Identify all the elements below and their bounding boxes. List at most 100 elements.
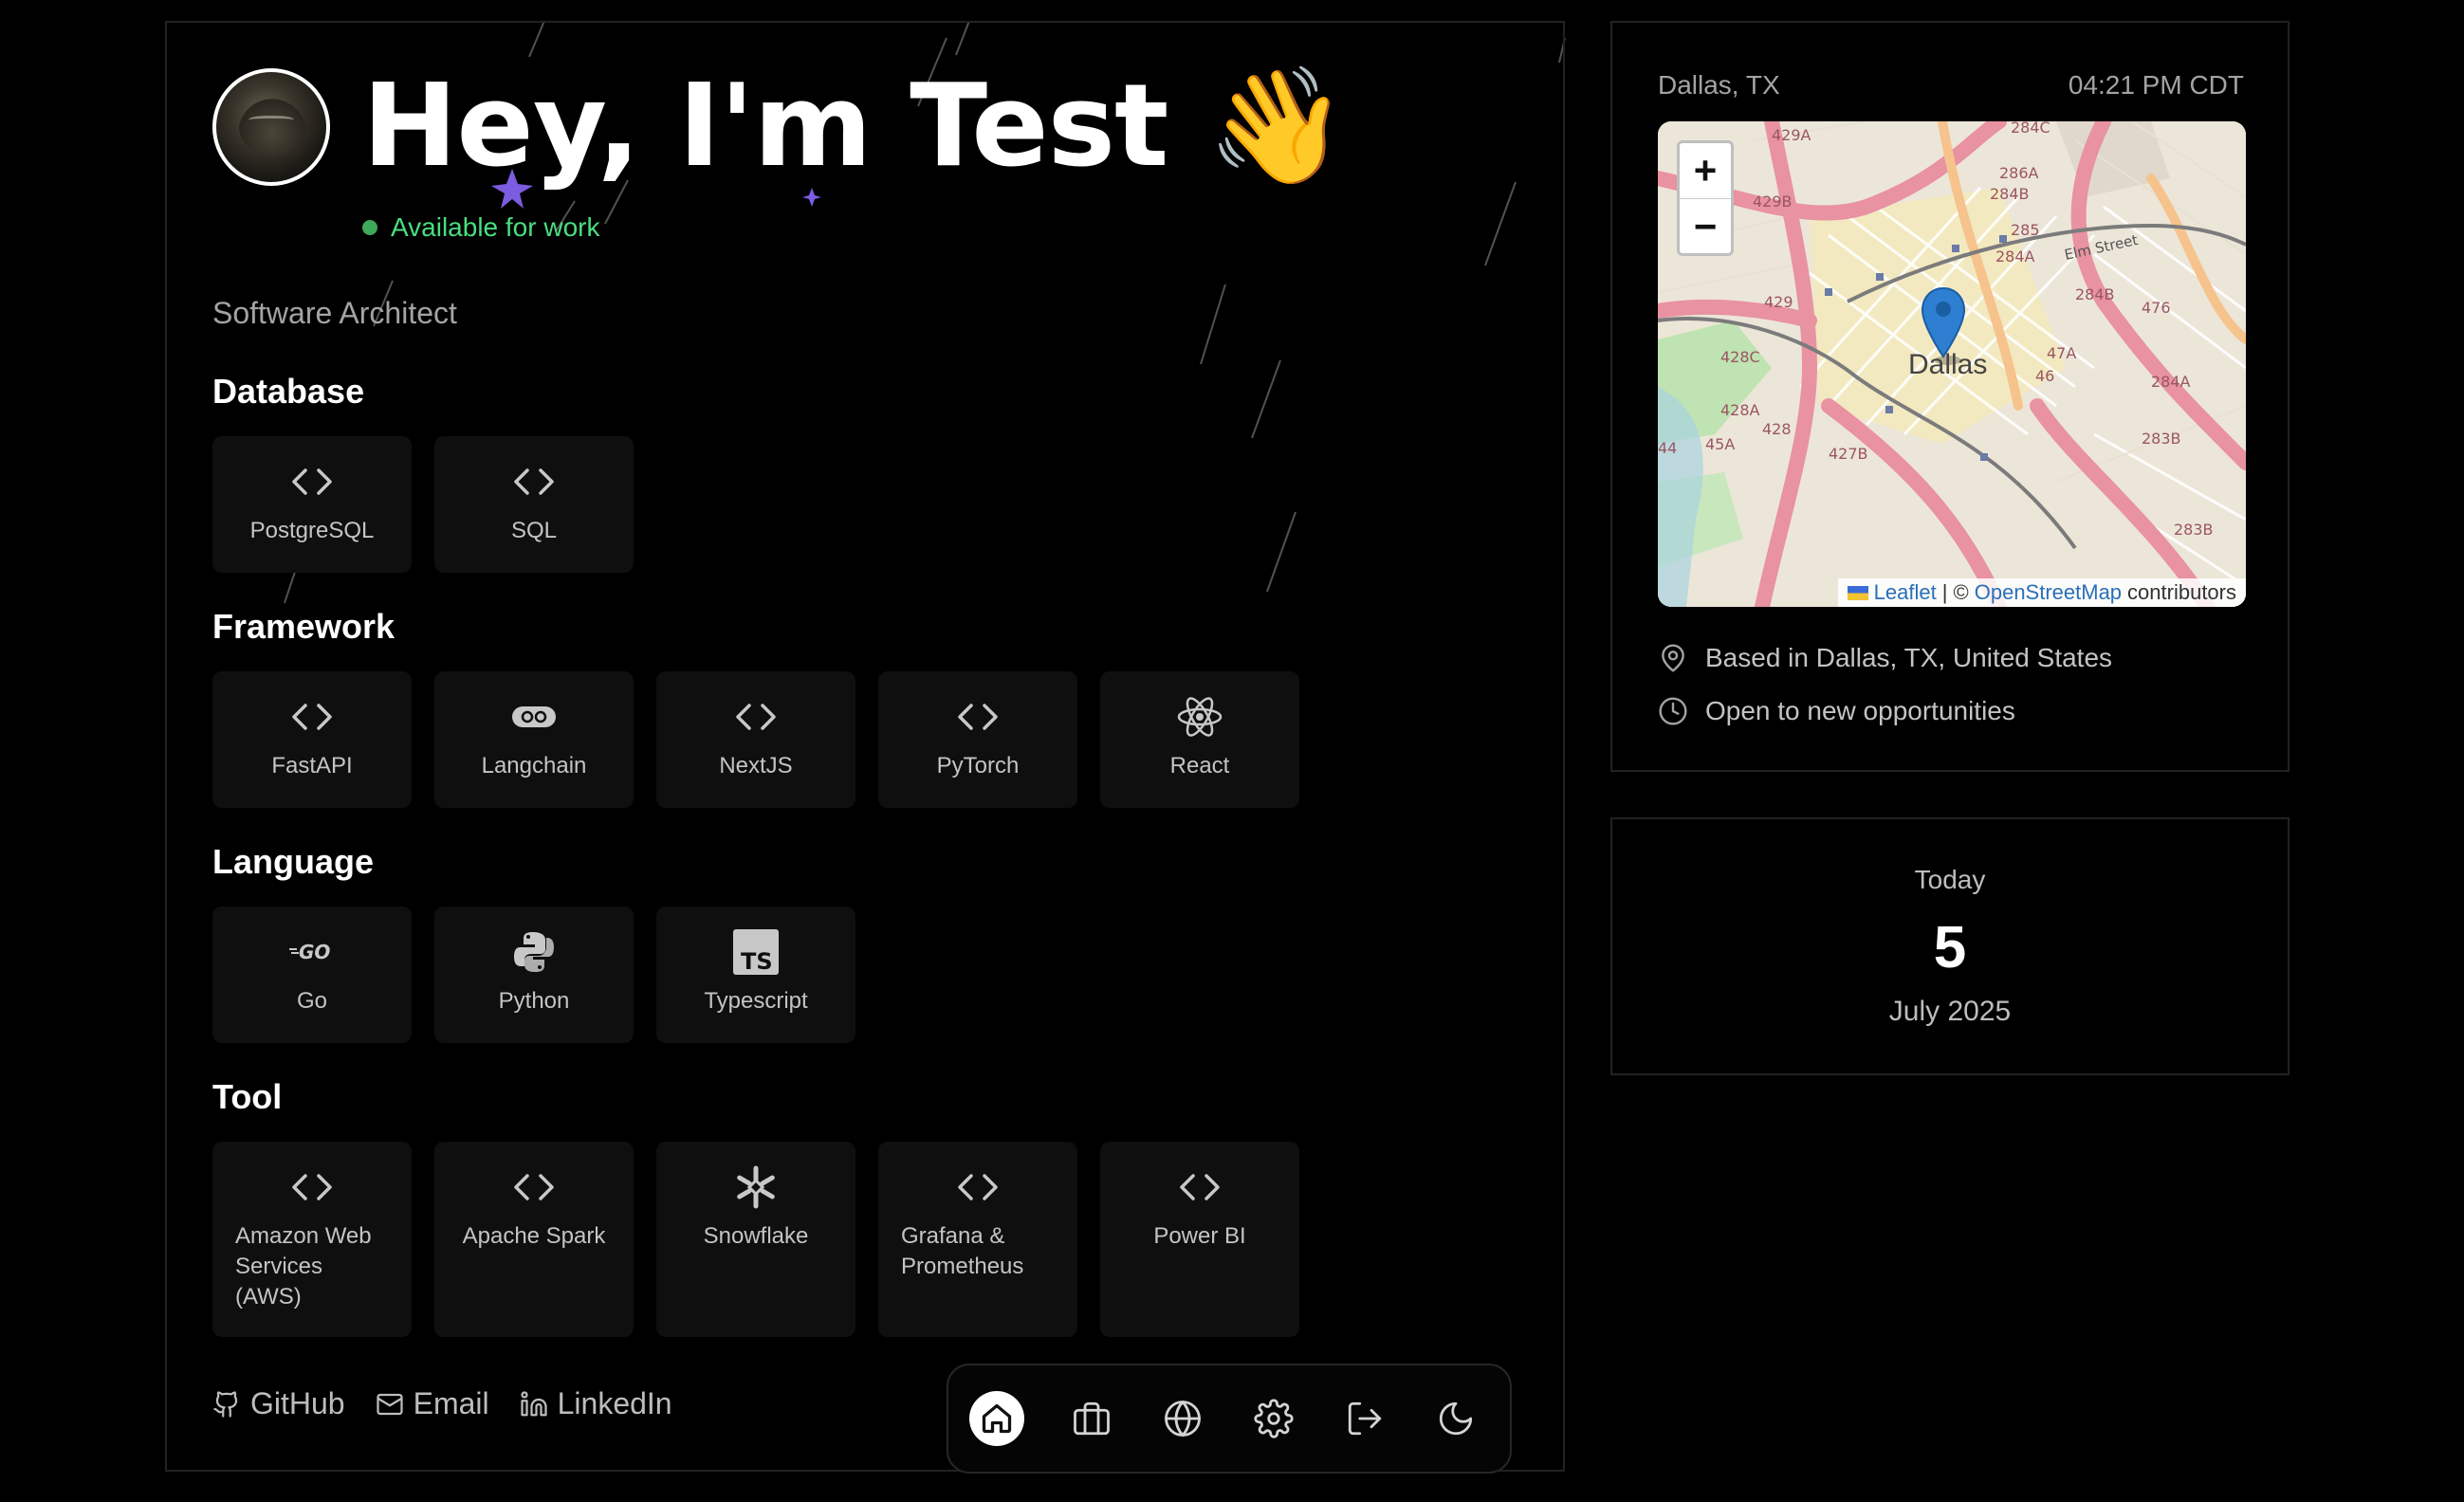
svg-text:GO: GO: [299, 941, 330, 963]
skill-name: Amazon Web Services (AWS): [235, 1223, 372, 1310]
skill-name: SQL: [510, 518, 558, 543]
skill-tile-grafana-prometheus[interactable]: Grafana & Prometheus: [878, 1142, 1077, 1337]
openstreetmap-link[interactable]: OpenStreetMap: [1975, 580, 2122, 605]
skill-tile-go[interactable]: GO Go: [212, 907, 412, 1043]
attribution-separator: | ©: [1941, 580, 1969, 604]
settings-button[interactable]: [1250, 1395, 1297, 1442]
svg-text:47A: 47A: [2047, 344, 2076, 362]
clock-icon: [1659, 697, 1687, 725]
status-dot-icon: [362, 220, 377, 235]
social-links: GitHub Email LinkedIn: [212, 1386, 672, 1421]
svg-text:283B: 283B: [2142, 430, 2181, 448]
skill-tile-power-bi[interactable]: Power BI: [1100, 1142, 1299, 1337]
skill-name: Power BI: [1153, 1223, 1246, 1249]
svg-text:46: 46: [2035, 367, 2054, 385]
skill-tile-apache-spark[interactable]: Apache Spark: [434, 1142, 634, 1337]
based-in-row: Based in Dallas, TX, United States: [1658, 643, 2112, 673]
skill-name: PyTorch: [936, 753, 1020, 778]
svg-text:429: 429: [1764, 293, 1793, 311]
date-card: Today 5 July 2025: [1610, 817, 2289, 1075]
skill-tile-postgresql[interactable]: PostgreSQL: [212, 436, 412, 573]
code-icon: [1178, 1168, 1222, 1206]
svg-text:427B: 427B: [1829, 445, 1868, 463]
code-icon: [734, 698, 778, 736]
typescript-icon: TS: [733, 929, 779, 975]
zoom-control: + −: [1677, 140, 1734, 256]
skill-tile-python[interactable]: Python: [434, 907, 634, 1043]
skill-tile-react[interactable]: React: [1100, 671, 1299, 808]
code-icon: [290, 463, 334, 501]
globe-button[interactable]: [1159, 1395, 1206, 1442]
svg-text:476: 476: [2142, 299, 2171, 317]
react-icon: [1177, 697, 1223, 737]
logout-button[interactable]: [1341, 1395, 1388, 1442]
work-button[interactable]: [1068, 1395, 1115, 1442]
skill-tile-fastapi[interactable]: FastAPI: [212, 671, 412, 808]
skill-tile-nextjs[interactable]: NextJS: [656, 671, 855, 808]
skill-tile-pytorch[interactable]: PyTorch: [878, 671, 1077, 808]
skills-grid-framework: FastAPI Langchain NextJS PyTorch React: [212, 671, 1299, 808]
briefcase-icon: [1074, 1401, 1110, 1436]
svg-text:428C: 428C: [1720, 348, 1760, 366]
map-attribution: Leaflet | © OpenStreetMap contributors: [1837, 578, 2246, 607]
skill-tile-aws[interactable]: Amazon Web Services (AWS): [212, 1142, 412, 1337]
code-icon: [290, 698, 334, 736]
leaflet-link[interactable]: Leaflet: [1874, 580, 1937, 605]
skills-grid-tool: Amazon Web Services (AWS) Apache Spark S…: [212, 1142, 1299, 1337]
section-title-framework: Framework: [212, 607, 395, 646]
skill-name: Snowflake: [703, 1223, 809, 1249]
availability-status: Available for work: [362, 212, 599, 243]
attribution-suffix: contributors: [2127, 580, 2236, 604]
skills-grid-language: GO Go Python TS Typescript: [212, 907, 855, 1043]
home-icon: [982, 1403, 1012, 1434]
github-link[interactable]: GitHub: [212, 1386, 345, 1421]
svg-text:429B: 429B: [1753, 192, 1793, 211]
role-subtitle: Software Architect: [212, 296, 457, 330]
python-icon: [512, 932, 556, 972]
skill-tile-snowflake[interactable]: Snowflake: [656, 1142, 855, 1337]
github-icon: [213, 1390, 238, 1418]
svg-text:44: 44: [1658, 439, 1677, 457]
svg-text:429A: 429A: [1772, 126, 1811, 144]
mail-icon: [376, 1393, 403, 1415]
zoom-out-button[interactable]: −: [1680, 199, 1731, 254]
theme-toggle-button[interactable]: [1432, 1395, 1480, 1442]
snowflake-icon: [733, 1165, 779, 1209]
section-title-database: Database: [212, 372, 365, 411]
skill-name: Apache Spark: [462, 1223, 606, 1249]
skill-name: Go: [296, 988, 327, 1014]
svg-text:45A: 45A: [1705, 435, 1735, 453]
skill-tile-langchain[interactable]: Langchain: [434, 671, 634, 808]
email-link[interactable]: Email: [376, 1386, 489, 1421]
section-title-language: Language: [212, 842, 375, 881]
date-month-year: July 2025: [1888, 996, 2012, 1027]
svg-text:428: 428: [1762, 420, 1792, 438]
home-button[interactable]: [969, 1391, 1024, 1446]
svg-text:284B: 284B: [2075, 285, 2115, 303]
svg-text:285: 285: [2011, 221, 2040, 239]
skill-name: Typescript: [704, 988, 808, 1014]
skill-tile-typescript[interactable]: TS Typescript: [656, 907, 855, 1043]
svg-text:284A: 284A: [1995, 247, 2035, 266]
code-icon: [512, 463, 556, 501]
status-text: Available for work: [391, 212, 600, 242]
code-icon: [290, 1168, 334, 1206]
based-in-text: Based in Dallas, TX, United States: [1705, 643, 2113, 672]
zoom-in-button[interactable]: +: [1680, 143, 1731, 199]
profile-card: Hey, I'm Test 👋 Available for work Softw…: [165, 21, 1565, 1474]
settings-icon: [1254, 1399, 1294, 1438]
section-title-tool: Tool: [212, 1077, 283, 1116]
linkedin-link[interactable]: LinkedIn: [520, 1386, 672, 1421]
langchain-icon: [510, 698, 558, 736]
svg-text:TS: TS: [741, 948, 773, 975]
svg-text:284C: 284C: [2011, 121, 2050, 137]
location-card: Dallas, TX 04:21 PM CDT 286A 284B 285 28…: [1610, 21, 2289, 772]
map[interactable]: 286A 284B 285 284A 284B 47A 476 284A 283B 283B…: [1658, 121, 2246, 607]
ukraine-flag-icon: [1847, 585, 1868, 600]
svg-text:283B: 283B: [2174, 521, 2214, 539]
skill-tile-sql[interactable]: SQL: [434, 436, 634, 573]
skills-grid-database: PostgreSQL SQL: [212, 436, 634, 573]
local-time: 04:21 PM CDT: [2068, 70, 2244, 100]
github-label: GitHub: [250, 1386, 345, 1420]
go-icon: GO: [287, 933, 337, 971]
